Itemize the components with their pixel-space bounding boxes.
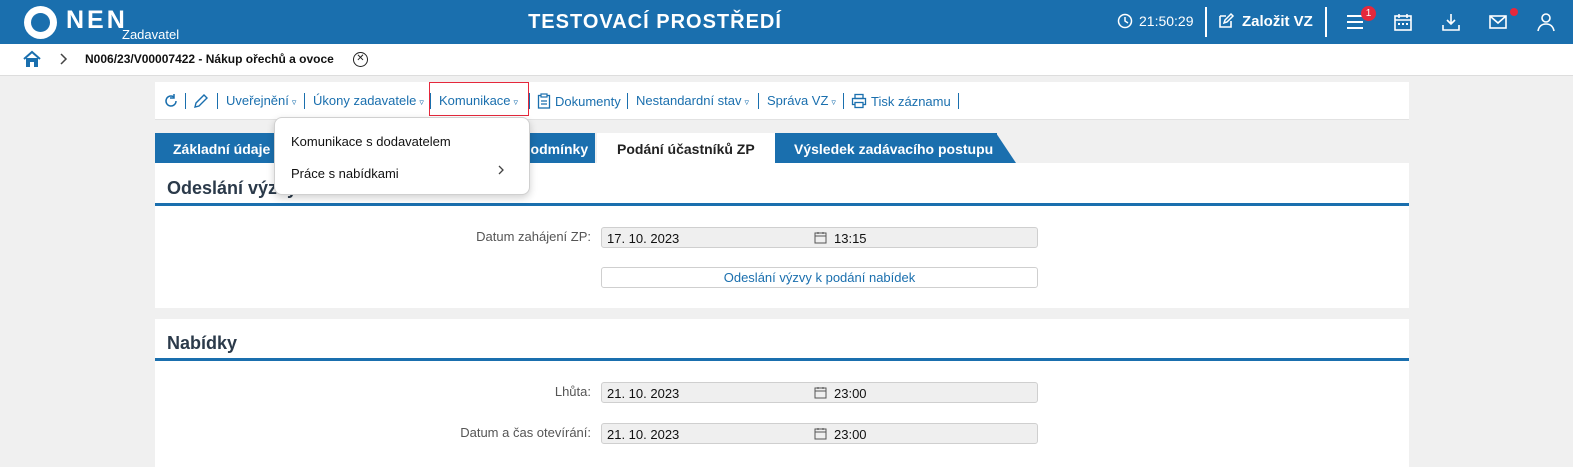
divider bbox=[217, 93, 218, 109]
user-icon[interactable] bbox=[1536, 12, 1556, 32]
lhuta-field[interactable]: 21. 10. 2023 23:00 bbox=[601, 382, 1038, 403]
top-bar: NEN Zadavatel TESTOVACÍ PROSTŘEDÍ 21:50:… bbox=[0, 0, 1573, 44]
refresh-icon[interactable] bbox=[163, 93, 179, 109]
send-invitation-button[interactable]: Odeslání výzvy k podání nabídek bbox=[601, 267, 1038, 288]
menu-item-prace-s-nabidkami[interactable]: Práce s nabídkami bbox=[291, 166, 399, 181]
divider bbox=[304, 93, 305, 109]
menu-dokumenty-label: Dokumenty bbox=[555, 94, 621, 109]
triangle-down-icon: ▿ bbox=[291, 97, 297, 107]
menu-uverejneni-label: Uveřejnění bbox=[226, 93, 289, 108]
mail-icon[interactable] bbox=[1488, 12, 1508, 32]
menu-sprava-vz[interactable]: Správa VZ ▿ bbox=[767, 93, 836, 108]
pencil-icon[interactable] bbox=[193, 93, 209, 109]
triangle-down-icon: ▿ bbox=[831, 97, 836, 107]
triangle-down-icon: ▿ bbox=[419, 97, 424, 107]
tab-zakladni-label: Základní údaje bbox=[173, 141, 271, 157]
tab-zakladni-udaje[interactable]: Základní údaje bbox=[155, 133, 275, 163]
date-value: 17. 10. 2023 bbox=[607, 231, 680, 246]
menu-uverejneni[interactable]: Uveřejnění ▿ bbox=[226, 93, 296, 108]
printer-icon bbox=[851, 93, 867, 109]
calendar-icon[interactable] bbox=[814, 427, 827, 440]
menu-nestandardni-stav[interactable]: Nestandardní stav ▿ bbox=[636, 93, 749, 108]
chevron-right-icon bbox=[498, 165, 504, 175]
menu-tisk-label: Tisk záznamu bbox=[871, 94, 951, 109]
time-value: 23:00 bbox=[834, 386, 867, 401]
mail-alert-dot bbox=[1510, 8, 1518, 16]
chevron-right-icon bbox=[60, 53, 68, 65]
divider bbox=[958, 93, 959, 109]
section-underline bbox=[155, 358, 1409, 361]
tab-vysledek-label: Výsledek zadávacího postupu bbox=[794, 141, 994, 157]
calendar-icon[interactable] bbox=[814, 231, 827, 244]
toolbar: Uveřejnění ▿ Úkony zadavatele ▿ Komunikace… bbox=[155, 82, 1409, 120]
section-title: Nabídky bbox=[167, 333, 238, 353]
otevirani-field[interactable]: 21. 10. 2023 23:00 bbox=[601, 423, 1038, 444]
section-underline bbox=[155, 203, 1409, 206]
close-icon[interactable]: ✕ bbox=[353, 52, 368, 67]
menu-tisk-zaznamu[interactable]: Tisk záznamu bbox=[851, 93, 951, 109]
download-icon[interactable] bbox=[1441, 12, 1461, 32]
divider bbox=[1205, 7, 1207, 37]
triangle-down-icon: ▿ bbox=[744, 97, 750, 107]
clock-time: 21:50:29 bbox=[1139, 13, 1194, 29]
calendar-icon[interactable] bbox=[814, 386, 827, 399]
divider bbox=[185, 93, 186, 109]
menu-dokumenty[interactable]: Dokumenty bbox=[537, 93, 621, 109]
breadcrumb-item[interactable]: N006/23/V00007422 - Nákup ořechů a ovoce bbox=[85, 52, 334, 66]
menu-item-komunikace-s-dodavatelem[interactable]: Komunikace s dodavatelem bbox=[291, 134, 451, 149]
otevirani-label: Datum a čas otevírání: bbox=[460, 425, 591, 440]
edit-icon bbox=[1219, 12, 1235, 28]
divider bbox=[627, 93, 628, 109]
datum-zahajeni-label: Datum zahájení ZP: bbox=[476, 229, 591, 244]
environment-title: TESTOVACÍ PROSTŘEDÍ bbox=[528, 11, 782, 33]
tab-podani-ucastniku[interactable]: Podání účastníků ZP bbox=[597, 133, 775, 163]
tab-podminky-label: podmínky bbox=[522, 141, 589, 157]
divider bbox=[843, 93, 844, 109]
tab-vysledek[interactable]: Výsledek zadávacího postupu bbox=[775, 133, 997, 163]
create-vz-label: Založit VZ bbox=[1242, 12, 1313, 30]
clock-icon bbox=[1117, 13, 1133, 29]
notification-badge: 1 bbox=[1361, 6, 1376, 21]
date-value: 21. 10. 2023 bbox=[607, 386, 680, 401]
breadcrumb: N006/23/V00007422 - Nákup ořechů a ovoce… bbox=[0, 44, 1573, 76]
divider bbox=[1325, 7, 1327, 37]
calendar-icon[interactable] bbox=[1393, 12, 1413, 32]
time-value: 13:15 bbox=[834, 231, 867, 246]
clipboard-icon bbox=[537, 93, 551, 109]
highlight-frame bbox=[429, 82, 529, 116]
divider bbox=[529, 93, 530, 109]
time-value: 23:00 bbox=[834, 427, 867, 442]
home-icon[interactable] bbox=[22, 50, 42, 68]
komunikace-dropdown: Komunikace s dodavatelem Práce s nabídka… bbox=[274, 117, 530, 195]
divider bbox=[758, 93, 759, 109]
date-value: 21. 10. 2023 bbox=[607, 427, 680, 442]
menu-ukony-zadavatele[interactable]: Úkony zadavatele ▿ bbox=[313, 93, 424, 108]
session-clock: 21:50:29 bbox=[1117, 13, 1194, 29]
create-vz-button[interactable]: Založit VZ bbox=[1217, 12, 1313, 30]
lhuta-label: Lhůta: bbox=[554, 384, 591, 399]
tab-corner-shape bbox=[996, 133, 1016, 163]
tab-podani-label: Podání účastníků ZP bbox=[617, 141, 755, 157]
menu-ukony-label: Úkony zadavatele bbox=[313, 93, 417, 108]
menu-nestandardni-label: Nestandardní stav bbox=[636, 93, 742, 108]
datum-zahajeni-field[interactable]: 17. 10. 2023 13:15 bbox=[601, 227, 1038, 248]
menu-sprava-label: Správa VZ bbox=[767, 93, 829, 108]
